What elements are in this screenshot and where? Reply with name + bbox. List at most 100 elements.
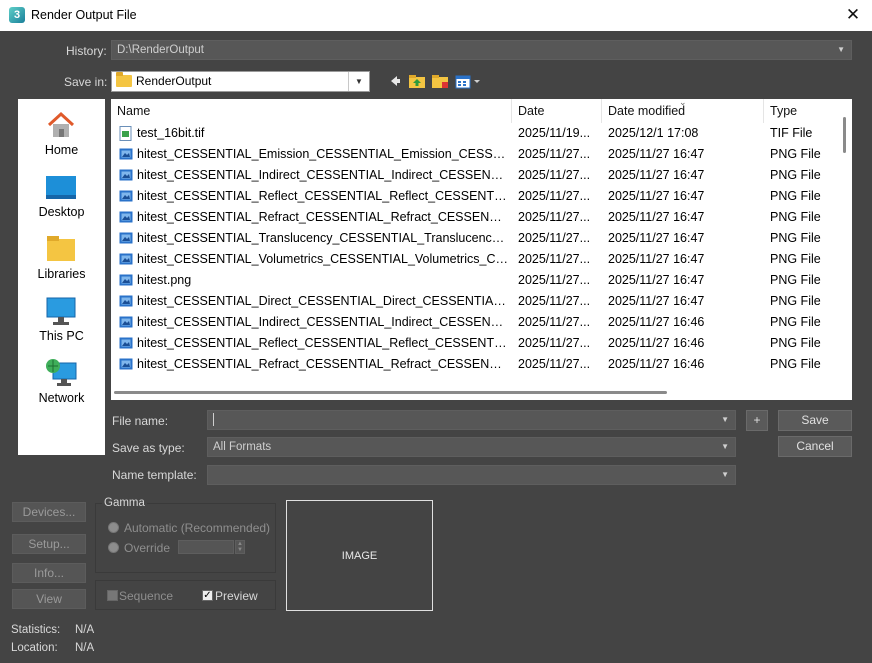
file-type-cell: TIF File [770,126,813,140]
new-folder-button[interactable] [430,71,450,91]
png-file-icon [119,358,133,370]
override-label: Override [124,541,171,555]
preview-label: Preview [215,589,258,603]
horizontal-scrollbar[interactable] [111,384,852,400]
place-network[interactable]: Network [18,351,105,413]
column-header-date[interactable]: Date [512,99,602,123]
add-button[interactable]: + [746,410,768,431]
place-label: Desktop [38,205,85,219]
app-icon: 3 [9,7,25,23]
file-name-cell: hitest_CESSENTIAL_Emission_CESSENTIAL_Em… [137,147,508,161]
file-row[interactable]: hitest_CESSENTIAL_Refract_CESSENTIAL_Ref… [111,354,837,375]
file-list[interactable]: Name Date Date modified ⌄ Type test_16bi… [111,99,852,400]
file-name-cell: hitest_CESSENTIAL_Indirect_CESSENTIAL_In… [137,168,508,182]
window-title: Render Output File [31,8,137,22]
file-date-cell: 2025/11/27... [518,336,591,350]
file-type-cell: PNG File [770,147,821,161]
devices-button[interactable]: Devices... [12,502,86,522]
home-icon [47,111,75,137]
file-date-cell: 2025/11/27... [518,294,591,308]
place-libraries[interactable]: Libraries [18,227,105,289]
column-header-name[interactable]: Name [111,99,512,123]
gamma-group [95,503,276,573]
history-dropdown[interactable]: D:\RenderOutput ▼ [111,40,852,60]
file-modified-cell: 2025/11/27 16:46 [608,357,705,371]
up-one-level-button[interactable] [407,71,427,91]
image-preview: IMAGE [286,500,433,611]
automatic-radio[interactable] [108,522,119,533]
place-label: Network [38,391,85,405]
png-file-icon [119,274,133,286]
override-radio[interactable] [108,542,119,553]
libraries-icon [47,236,75,261]
save-button[interactable]: Save [778,410,852,431]
vertical-scrollbar[interactable] [838,99,852,384]
view-button[interactable]: View [12,589,86,609]
file-row[interactable]: hitest.png 2025/11/27... 2025/11/27 16:47 P… [111,270,837,291]
file-row[interactable]: hitest_CESSENTIAL_Reflect_CESSENTIAL_Ref… [111,333,837,354]
file-date-cell: 2025/11/27... [518,273,591,287]
file-modified-cell: 2025/11/27 16:46 [608,336,705,350]
save-in-label: Save in: [64,75,108,89]
file-row[interactable]: hitest_CESSENTIAL_Translucency_CESSENTIA… [111,228,837,249]
file-name-cell: hitest_CESSENTIAL_Direct_CESSENTIAL_Dire… [137,294,508,308]
place-label: Libraries [37,267,86,281]
file-modified-cell: 2025/11/27 16:47 [608,273,705,287]
file-row[interactable]: test_16bit.tif 2025/11/19... 2025/12/1 17:… [111,123,837,144]
chevron-down-icon: ▼ [721,415,729,424]
save-as-type-dropdown[interactable]: All Formats ▼ [207,437,736,457]
file-row[interactable]: hitest_CESSENTIAL_Reflect_CESSENTIAL_Ref… [111,186,837,207]
save-in-dropdown[interactable]: RenderOutput ▼ [111,71,370,92]
scroll-thumb[interactable] [843,117,846,153]
file-type-cell: PNG File [770,252,821,266]
column-header-type[interactable]: Type [764,99,837,123]
close-icon[interactable]: ✕ [842,4,864,26]
chevron-down-icon: ▼ [721,442,729,451]
file-type-cell: PNG File [770,231,821,245]
history-value: D:\RenderOutput [117,44,204,56]
file-date-cell: 2025/11/27... [518,189,591,203]
name-template-label: Name template: [112,468,197,482]
file-row[interactable]: hitest_CESSENTIAL_Refract_CESSENTIAL_Ref… [111,207,837,228]
file-date-cell: 2025/11/27... [518,231,591,245]
override-value-input[interactable] [178,540,234,554]
file-name-cell: hitest.png [137,273,192,287]
history-label: History: [66,44,107,58]
back-button[interactable] [385,71,405,91]
chevron-down-icon: ▼ [721,470,729,479]
save-as-type-label: Save as type: [112,441,185,455]
file-name-cell: hitest_CESSENTIAL_Reflect_CESSENTIAL_Ref… [137,336,508,350]
sequence-checkbox[interactable] [107,590,118,601]
override-spinner[interactable]: ▲ ▼ [235,540,245,554]
file-row[interactable]: hitest_CESSENTIAL_Direct_CESSENTIAL_Dire… [111,291,837,312]
file-row[interactable]: hitest_CESSENTIAL_Indirect_CESSENTIAL_In… [111,165,837,186]
file-modified-cell: 2025/11/27 16:47 [608,189,705,203]
name-template-dropdown[interactable]: ▼ [207,465,736,485]
chevron-down-icon: ▼ [837,45,845,54]
info-button[interactable]: Info... [12,563,86,583]
file-row[interactable]: hitest_CESSENTIAL_Emission_CESSENTIAL_Em… [111,144,837,165]
place-desktop[interactable]: Desktop [18,165,105,227]
view-details-icon [455,75,480,89]
place-home[interactable]: Home [18,103,105,165]
file-modified-cell: 2025/11/27 16:47 [608,252,705,266]
file-date-cell: 2025/11/27... [518,315,591,329]
file-type-cell: PNG File [770,336,821,350]
scroll-thumb[interactable] [114,391,667,394]
file-row[interactable]: hitest_CESSENTIAL_Indirect_CESSENTIAL_In… [111,312,837,333]
place-this-pc[interactable]: This PC [18,289,105,351]
file-row[interactable]: hitest_CESSENTIAL_Volumetrics_CESSENTIAL… [111,249,837,270]
file-name-input[interactable]: ▼ [207,410,736,430]
statistics-label: Statistics: [11,624,61,636]
cancel-button[interactable]: Cancel [778,436,852,457]
png-file-icon [119,253,133,265]
file-type-cell: PNG File [770,210,821,224]
preview-checkbox[interactable]: ✓ [202,590,213,601]
save-as-type-value: All Formats [213,441,272,453]
statistics-value: N/A [75,624,95,636]
file-name-cell: hitest_CESSENTIAL_Indirect_CESSENTIAL_In… [137,315,508,329]
setup-button[interactable]: Setup... [12,534,86,554]
view-menu-button[interactable] [454,71,482,91]
file-name-cell: test_16bit.tif [137,126,205,140]
file-type-cell: PNG File [770,315,821,329]
